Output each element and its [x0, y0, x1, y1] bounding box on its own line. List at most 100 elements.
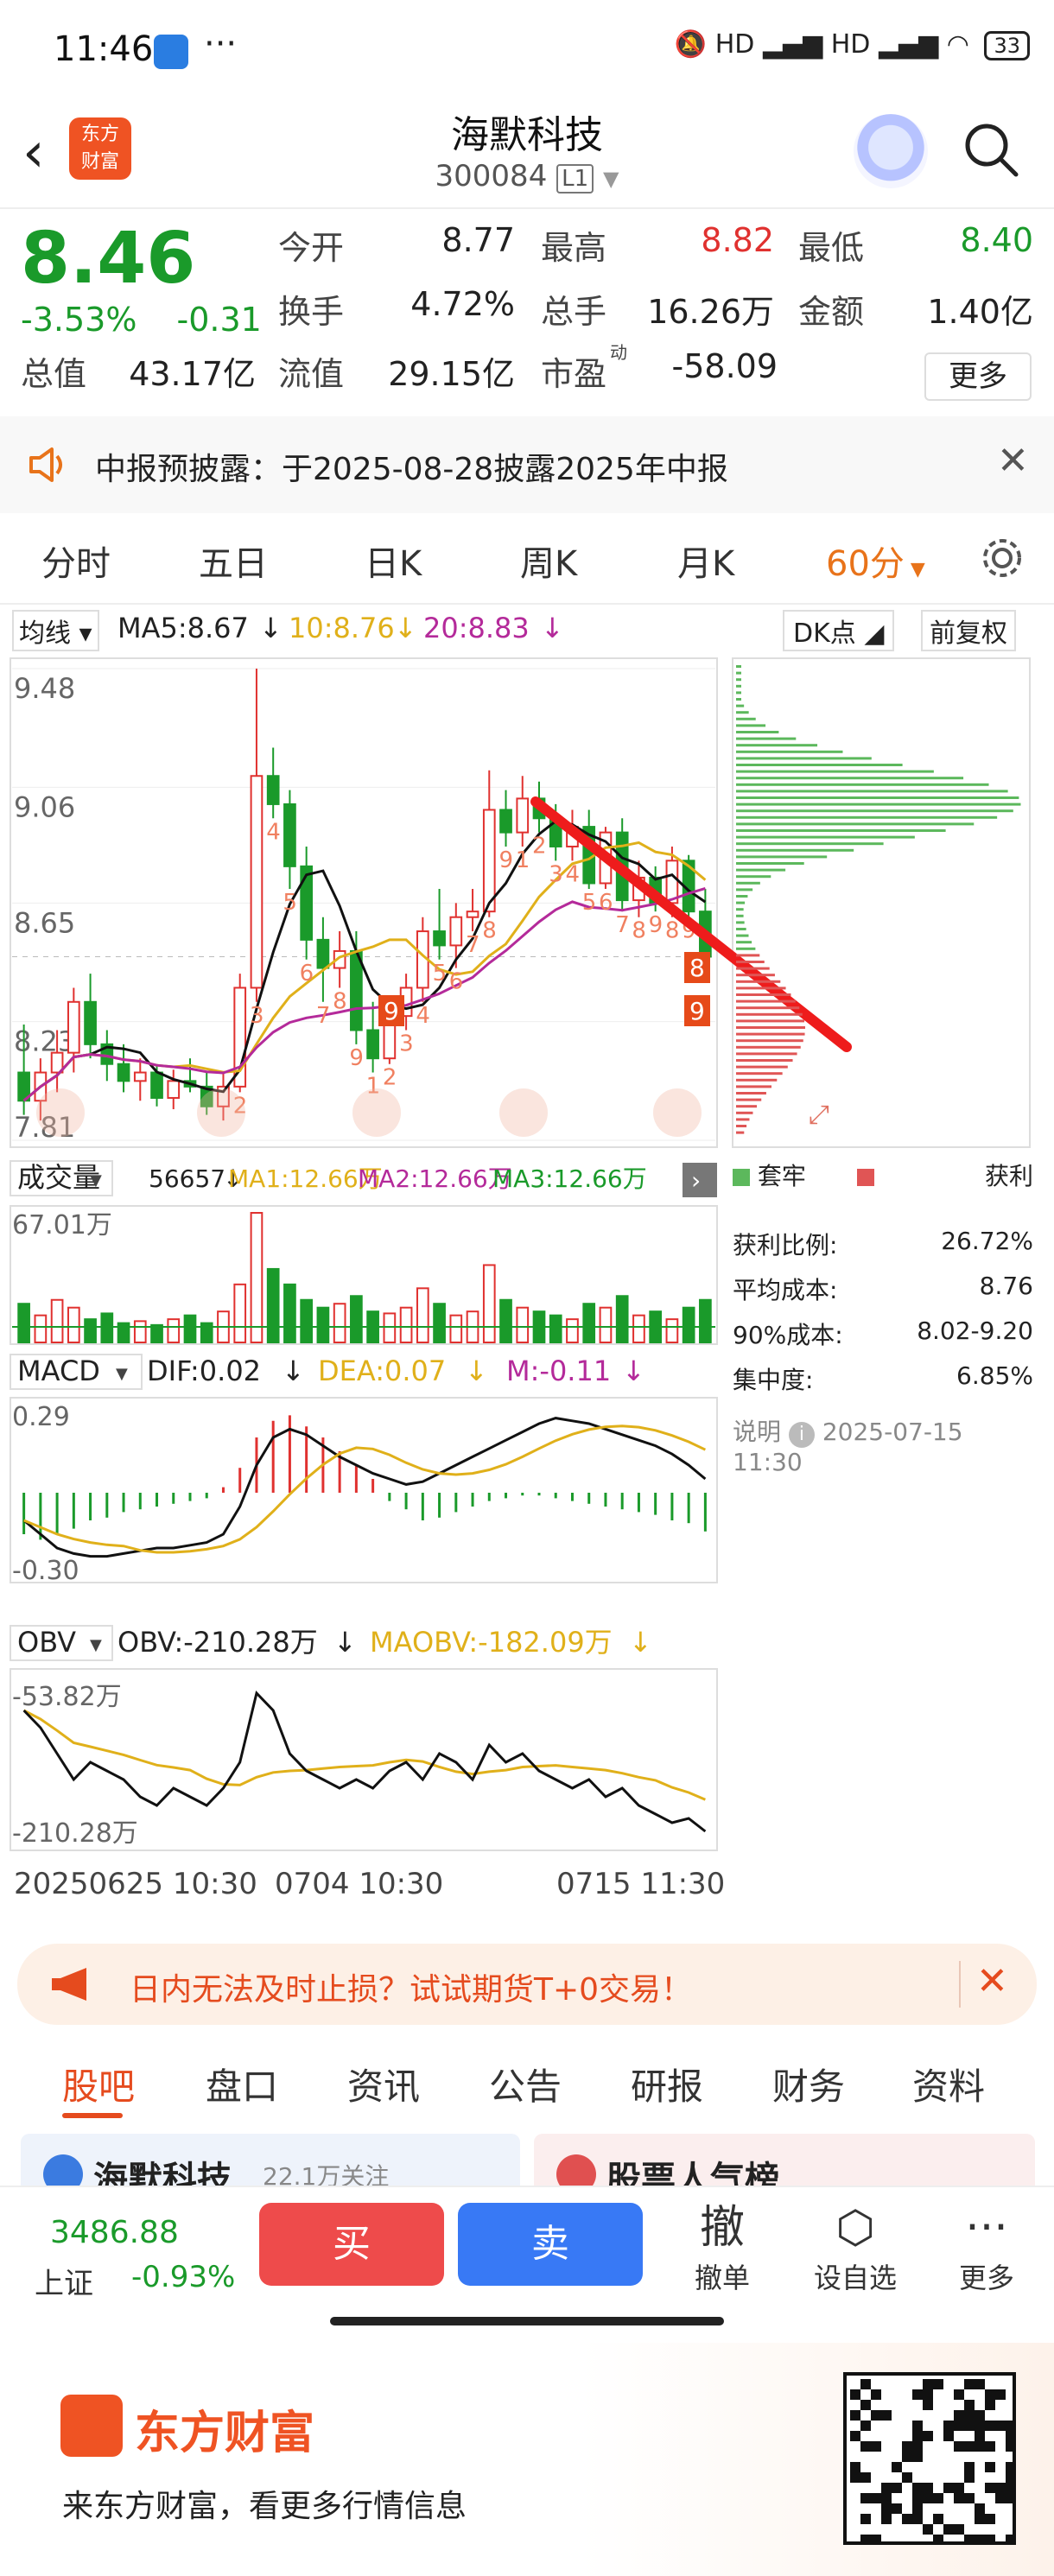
- td-signal-label: 6: [300, 961, 314, 987]
- tab-five-day[interactable]: 五日: [199, 536, 268, 586]
- td-signal-label: 9: [649, 912, 664, 938]
- stock-forum-card[interactable]: 海默科技 22.1万关注: [21, 2134, 520, 2186]
- assistant-avatar[interactable]: [854, 114, 928, 188]
- volume-bar: [399, 1306, 413, 1343]
- candle-body: [133, 1071, 147, 1082]
- volume-header: 成交量 ▼ 56657 ↓ MA1:12.66万 MA2:12.66万 MA3:…: [10, 1160, 717, 1197]
- ma-select[interactable]: 均线 ▾: [12, 610, 99, 651]
- volume-bar: [482, 1264, 496, 1343]
- quote-value: 8.77: [441, 221, 515, 259]
- tab-finance[interactable]: 财务: [772, 2058, 845, 2110]
- volume-bar: [549, 1314, 562, 1344]
- price-change: -3.53% -0.31: [21, 301, 262, 339]
- app-notification-icon: [154, 35, 188, 69]
- tab-orderbook[interactable]: 盘口: [206, 2058, 278, 2110]
- more-button[interactable]: 更多: [924, 352, 1032, 401]
- close-icon[interactable]: ✕: [997, 439, 1029, 483]
- dk-badge-label: 8: [689, 954, 705, 982]
- candle-body: [266, 775, 280, 805]
- tab-week-k[interactable]: 周K: [520, 536, 577, 586]
- cancel-icon: 撤: [699, 2202, 745, 2254]
- add-watchlist-button[interactable]: ⬡ 设自选: [803, 2199, 907, 2296]
- chip-bar: [736, 1072, 783, 1075]
- chip-bar: [736, 941, 752, 944]
- tab-profile[interactable]: 资料: [912, 2058, 985, 2110]
- chip-bar: [736, 665, 741, 668]
- ma-select-label: 均线: [19, 619, 71, 649]
- volume-title: 成交量: [17, 1161, 100, 1194]
- chip-bar: [736, 875, 771, 879]
- tab-research[interactable]: 研报: [631, 2058, 703, 2110]
- quote-label: 今开: [278, 229, 345, 267]
- buy-button[interactable]: 买: [259, 2203, 444, 2286]
- home-indicator[interactable]: [330, 2317, 724, 2325]
- volume-bar: [416, 1287, 429, 1343]
- tab-forum[interactable]: 股吧: [62, 2058, 135, 2110]
- watch-label: 设自选: [813, 2262, 897, 2294]
- candle-body: [117, 1063, 130, 1082]
- search-icon[interactable]: [961, 119, 1021, 180]
- cancel-order-button[interactable]: 撤 撤单: [670, 2199, 774, 2296]
- quote-label: 金额: [798, 293, 865, 331]
- speaker-icon: [29, 447, 62, 482]
- more-actions-button[interactable]: ··· 更多: [935, 2199, 1038, 2296]
- sell-button[interactable]: 卖: [458, 2203, 643, 2286]
- chip-bar: [736, 855, 828, 859]
- stock-code: 300084: [435, 159, 548, 194]
- chip-bar: [736, 842, 884, 846]
- index-value[interactable]: 3486.88: [50, 2215, 179, 2250]
- td-signal-label: 1: [516, 847, 530, 873]
- gear-icon[interactable]: [976, 532, 1028, 584]
- chip-bar: [736, 862, 804, 865]
- td-signal-label: 6: [449, 969, 464, 995]
- mute-icon: 🔕: [674, 29, 708, 60]
- notice-bar[interactable]: 中报预披露：于2025-08-28披露2025年中报 ✕: [0, 416, 1054, 513]
- volume-bar: [300, 1298, 314, 1344]
- banner-text: 日内无法及时止损？试试期货T+0交易！: [130, 1972, 693, 2008]
- volume-bar: [266, 1267, 280, 1343]
- chip-label: 90%成本:: [733, 1321, 843, 1349]
- tab-month-k[interactable]: 月K: [677, 536, 734, 586]
- maobv-value: MAOBV:-182.09万: [370, 1626, 613, 1659]
- chip-bar: [736, 901, 746, 904]
- tab-announcements[interactable]: 公告: [489, 2058, 562, 2110]
- nav-dot: [36, 1088, 85, 1137]
- chevron-down-icon: ▼: [602, 167, 619, 191]
- volume-bar: [34, 1314, 48, 1344]
- chip-bar: [736, 961, 765, 963]
- caret-down-icon: ▼: [904, 559, 925, 581]
- footer-ad[interactable]: 东方财富 来东方财富，看更多行情信息: [0, 2343, 1054, 2576]
- chip-note[interactable]: 说明 i 2025-07-15 11:30: [733, 1413, 1033, 1476]
- td-signal-label: 7: [615, 912, 630, 938]
- dk-select[interactable]: DK点 ◢: [783, 610, 895, 651]
- index-name: 上证: [35, 2267, 93, 2301]
- volume-bar: [316, 1306, 330, 1343]
- tab-60min[interactable]: 60分 ▼: [826, 536, 925, 586]
- chip-bar: [736, 1098, 762, 1101]
- quote-value: 8.82: [701, 221, 774, 259]
- legend-trapped: 套牢: [757, 1162, 806, 1190]
- tab-day-k[interactable]: 日K: [365, 536, 422, 586]
- hexagon-icon: ⬡: [835, 2202, 875, 2254]
- popularity-card[interactable]: 股票人气榜: [534, 2134, 1035, 2186]
- tab-news[interactable]: 资讯: [347, 2058, 420, 2110]
- volume-bar: [117, 1322, 130, 1343]
- adjust-select[interactable]: 前复权: [921, 610, 1016, 651]
- info-icon: i: [788, 1422, 815, 1448]
- chip-bar: [736, 809, 1013, 813]
- caret-icon: ▼: [90, 1171, 102, 1190]
- futures-banner[interactable]: 日内无法及时止损？试试期货T+0交易！ ✕: [17, 1944, 1037, 2025]
- quote-value: 8.40: [960, 221, 1033, 259]
- chip-bar: [736, 835, 915, 839]
- volume-bar: [333, 1303, 346, 1343]
- close-icon[interactable]: ✕: [976, 1959, 1008, 2003]
- tab-intraday[interactable]: 分时: [41, 536, 111, 586]
- volume-bar: [250, 1212, 264, 1343]
- volume-bar: [50, 1298, 64, 1344]
- td-signal-label: 4: [266, 819, 281, 845]
- candle-body: [167, 1080, 181, 1099]
- chip-bar: [736, 684, 741, 688]
- signal-hd-label-2: HD: [830, 29, 871, 60]
- time-start: 20250625 10:30: [14, 1867, 257, 1901]
- change-pct: -3.53%: [21, 301, 137, 339]
